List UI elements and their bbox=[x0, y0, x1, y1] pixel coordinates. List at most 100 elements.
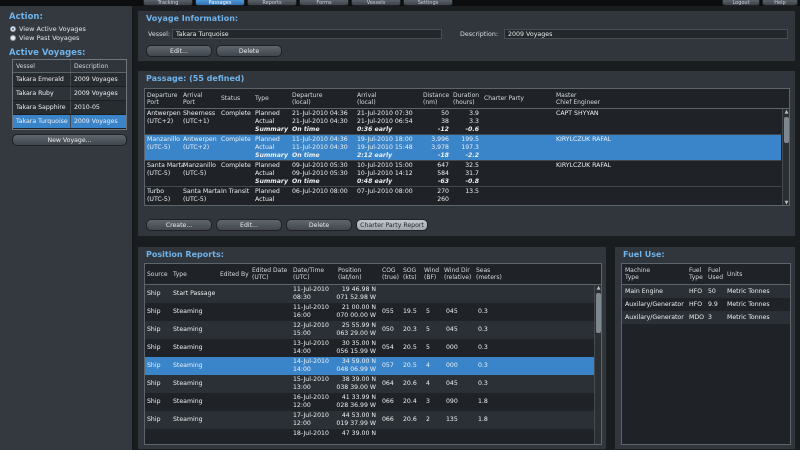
column-header-fuel-type[interactable]: Fuel Type bbox=[689, 267, 703, 281]
wind-dir-cell: 045 bbox=[446, 380, 458, 387]
source-cell: Ship bbox=[147, 362, 161, 369]
fuel-use-table: Machine Type Fuel Type Fuel Used Units Main… bbox=[621, 263, 791, 445]
wind-dir-cell: 135 bbox=[446, 416, 458, 423]
fuel-type-cell: HFO bbox=[689, 288, 703, 295]
tab-passages[interactable]: Passages bbox=[195, 0, 245, 6]
edit-voyage-button[interactable]: Edit... bbox=[146, 45, 212, 57]
departure-time-cell: 09-Jul-2010 05:30 bbox=[292, 162, 348, 169]
charter-party-report-button[interactable]: Charter Party Report bbox=[356, 219, 428, 231]
description-cell: 2009 Voyages bbox=[74, 76, 118, 83]
column-header-edited-by[interactable]: Edited By bbox=[220, 271, 249, 278]
fuel-used-cell: 50 bbox=[708, 288, 716, 295]
column-header-machine-type[interactable]: Machine Type bbox=[625, 267, 650, 281]
column-header-source[interactable]: Source bbox=[147, 271, 168, 278]
create-passage-button[interactable]: Create... bbox=[146, 219, 212, 231]
type-cell: Steaming bbox=[173, 380, 203, 387]
column-header-description[interactable]: Description bbox=[71, 60, 126, 72]
column-header-position[interactable]: Position (lat/lon) bbox=[338, 267, 362, 281]
arrival-port-cell: Manzanillo (UTC-5) bbox=[183, 162, 216, 177]
cog-cell: 050 bbox=[382, 326, 394, 333]
scroll-up-icon[interactable]: ▲ bbox=[783, 109, 789, 116]
table-row-selected[interactable]: Takara Turquoise 2009 Voyages bbox=[13, 115, 126, 129]
column-header-departure-port[interactable]: Departure Port bbox=[147, 92, 177, 106]
column-header-fuel-used[interactable]: Fuel Used bbox=[708, 267, 723, 281]
radio-view-active[interactable]: View Active Voyages bbox=[10, 25, 86, 33]
table-row[interactable]: Takara Ruby 2009 Voyages bbox=[13, 87, 126, 101]
wind-dir-cell: 045 bbox=[446, 326, 458, 333]
column-header-type[interactable]: Type bbox=[255, 95, 269, 102]
column-header-type[interactable]: Type bbox=[173, 271, 187, 278]
cog-cell: 064 bbox=[382, 380, 394, 387]
wind-cell: 2 bbox=[426, 416, 430, 423]
column-header-datetime[interactable]: Date/Time (UTC) bbox=[293, 267, 324, 281]
distance-cell: 3,996 bbox=[431, 136, 449, 143]
sog-cell: 20.3 bbox=[403, 326, 417, 333]
delete-passage-button[interactable]: Delete bbox=[286, 219, 352, 231]
column-header-charter-party[interactable]: Charter Party bbox=[484, 95, 524, 102]
duration-cell: -0.8 bbox=[465, 178, 479, 185]
column-header-cog[interactable]: COG (true) bbox=[382, 267, 399, 281]
tab-reports[interactable]: Reports bbox=[247, 0, 297, 6]
units-cell: Metric Tonnes bbox=[727, 288, 770, 295]
duration-cell: 3.9 bbox=[469, 110, 479, 117]
wind-dir-cell: 045 bbox=[446, 308, 458, 315]
vessel-field[interactable]: Takara Turquoise bbox=[172, 29, 442, 39]
fuel-use-panel: Fuel Use: Machine Type Fuel Type Fuel Used … bbox=[614, 246, 796, 450]
table-row[interactable]: Takara Emerald 2009 Voyages bbox=[13, 73, 126, 87]
column-header-sog[interactable]: SOG (kts) bbox=[403, 267, 417, 281]
duration-cell: 13.5 bbox=[465, 188, 479, 195]
column-header-wind[interactable]: Wind (BF) bbox=[424, 267, 439, 281]
wind-dir-cell: 000 bbox=[446, 362, 458, 369]
cog-cell: 066 bbox=[382, 416, 394, 423]
column-header-master[interactable]: Master Chief Engineer bbox=[556, 92, 600, 106]
table-header: Vessel Description bbox=[13, 60, 126, 73]
arrival-time-cell: 19-Jul-2010 18:00 bbox=[357, 136, 413, 143]
status-cell: Complete bbox=[221, 136, 251, 143]
type-cell: Planned bbox=[255, 162, 280, 169]
radio-selected-icon bbox=[10, 26, 16, 32]
column-header-edited-date[interactable]: Edited Date (UTC) bbox=[252, 267, 287, 281]
departure-time-cell: On time bbox=[292, 178, 320, 185]
scroll-thumb[interactable] bbox=[596, 293, 601, 333]
tab-help[interactable]: Help bbox=[762, 0, 798, 6]
tab-tracking[interactable]: Tracking bbox=[143, 0, 193, 6]
tab-logout[interactable]: Logout bbox=[722, 0, 760, 6]
radio-view-past[interactable]: View Past Voyages bbox=[10, 34, 79, 42]
description-cell: 2009 Voyages bbox=[74, 118, 118, 125]
column-header-units[interactable]: Units bbox=[727, 271, 742, 278]
description-cell: 2010-05 bbox=[74, 104, 100, 111]
column-header-wind-dir[interactable]: Wind Dir (relative) bbox=[444, 267, 471, 281]
delete-voyage-button[interactable]: Delete bbox=[216, 45, 282, 57]
seas-cell: 1.8 bbox=[478, 416, 488, 423]
type-cell: Planned bbox=[255, 110, 280, 117]
departure-port-cell: Manzanillo (UTC-5) bbox=[147, 136, 180, 151]
passage-scrollbar[interactable]: ▲ ▼ bbox=[782, 109, 789, 205]
column-header-distance[interactable]: Distance (nm) bbox=[423, 92, 449, 106]
table-row[interactable]: Takara Sapphire 2010-05 bbox=[13, 101, 126, 115]
source-cell: Ship bbox=[147, 416, 161, 423]
column-header-status[interactable]: Status bbox=[221, 95, 240, 102]
column-header-arrival-port[interactable]: Arrival Port bbox=[183, 92, 203, 106]
edit-passage-button[interactable]: Edit... bbox=[216, 219, 282, 231]
tab-forms[interactable]: Forms bbox=[299, 0, 349, 6]
column-header-duration[interactable]: Duration (hours) bbox=[453, 92, 479, 106]
tab-vessels[interactable]: Vessels bbox=[351, 0, 401, 6]
position-cell: 38 39.00 N 038 39.00 W bbox=[336, 376, 376, 391]
column-header-departure-time[interactable]: Departure (local) bbox=[292, 92, 322, 106]
arrival-port-cell: Antwerpen (UTC+2) bbox=[183, 136, 217, 151]
fuel-type-cell: HFO bbox=[689, 301, 703, 308]
position-scrollbar[interactable]: ▲ bbox=[594, 285, 601, 444]
type-cell: Summary bbox=[255, 126, 289, 133]
new-voyage-button[interactable]: New Voyage... bbox=[12, 134, 127, 146]
column-header-vessel[interactable]: Vessel bbox=[13, 60, 71, 72]
vessel-cell: Takara Ruby bbox=[13, 87, 71, 100]
scroll-thumb[interactable] bbox=[784, 117, 789, 143]
scroll-down-icon[interactable]: ▼ bbox=[783, 200, 789, 205]
tab-settings[interactable]: Settings bbox=[403, 0, 453, 6]
scroll-up-icon[interactable]: ▲ bbox=[595, 285, 601, 292]
seas-cell: 0.3 bbox=[478, 308, 488, 315]
column-header-seas[interactable]: Seas (meters) bbox=[476, 267, 502, 281]
column-header-arrival-time[interactable]: Arrival (local) bbox=[357, 92, 377, 106]
active-voyages-title: Active Voyages: bbox=[9, 48, 86, 58]
description-field[interactable]: 2009 Voyages bbox=[504, 29, 788, 39]
